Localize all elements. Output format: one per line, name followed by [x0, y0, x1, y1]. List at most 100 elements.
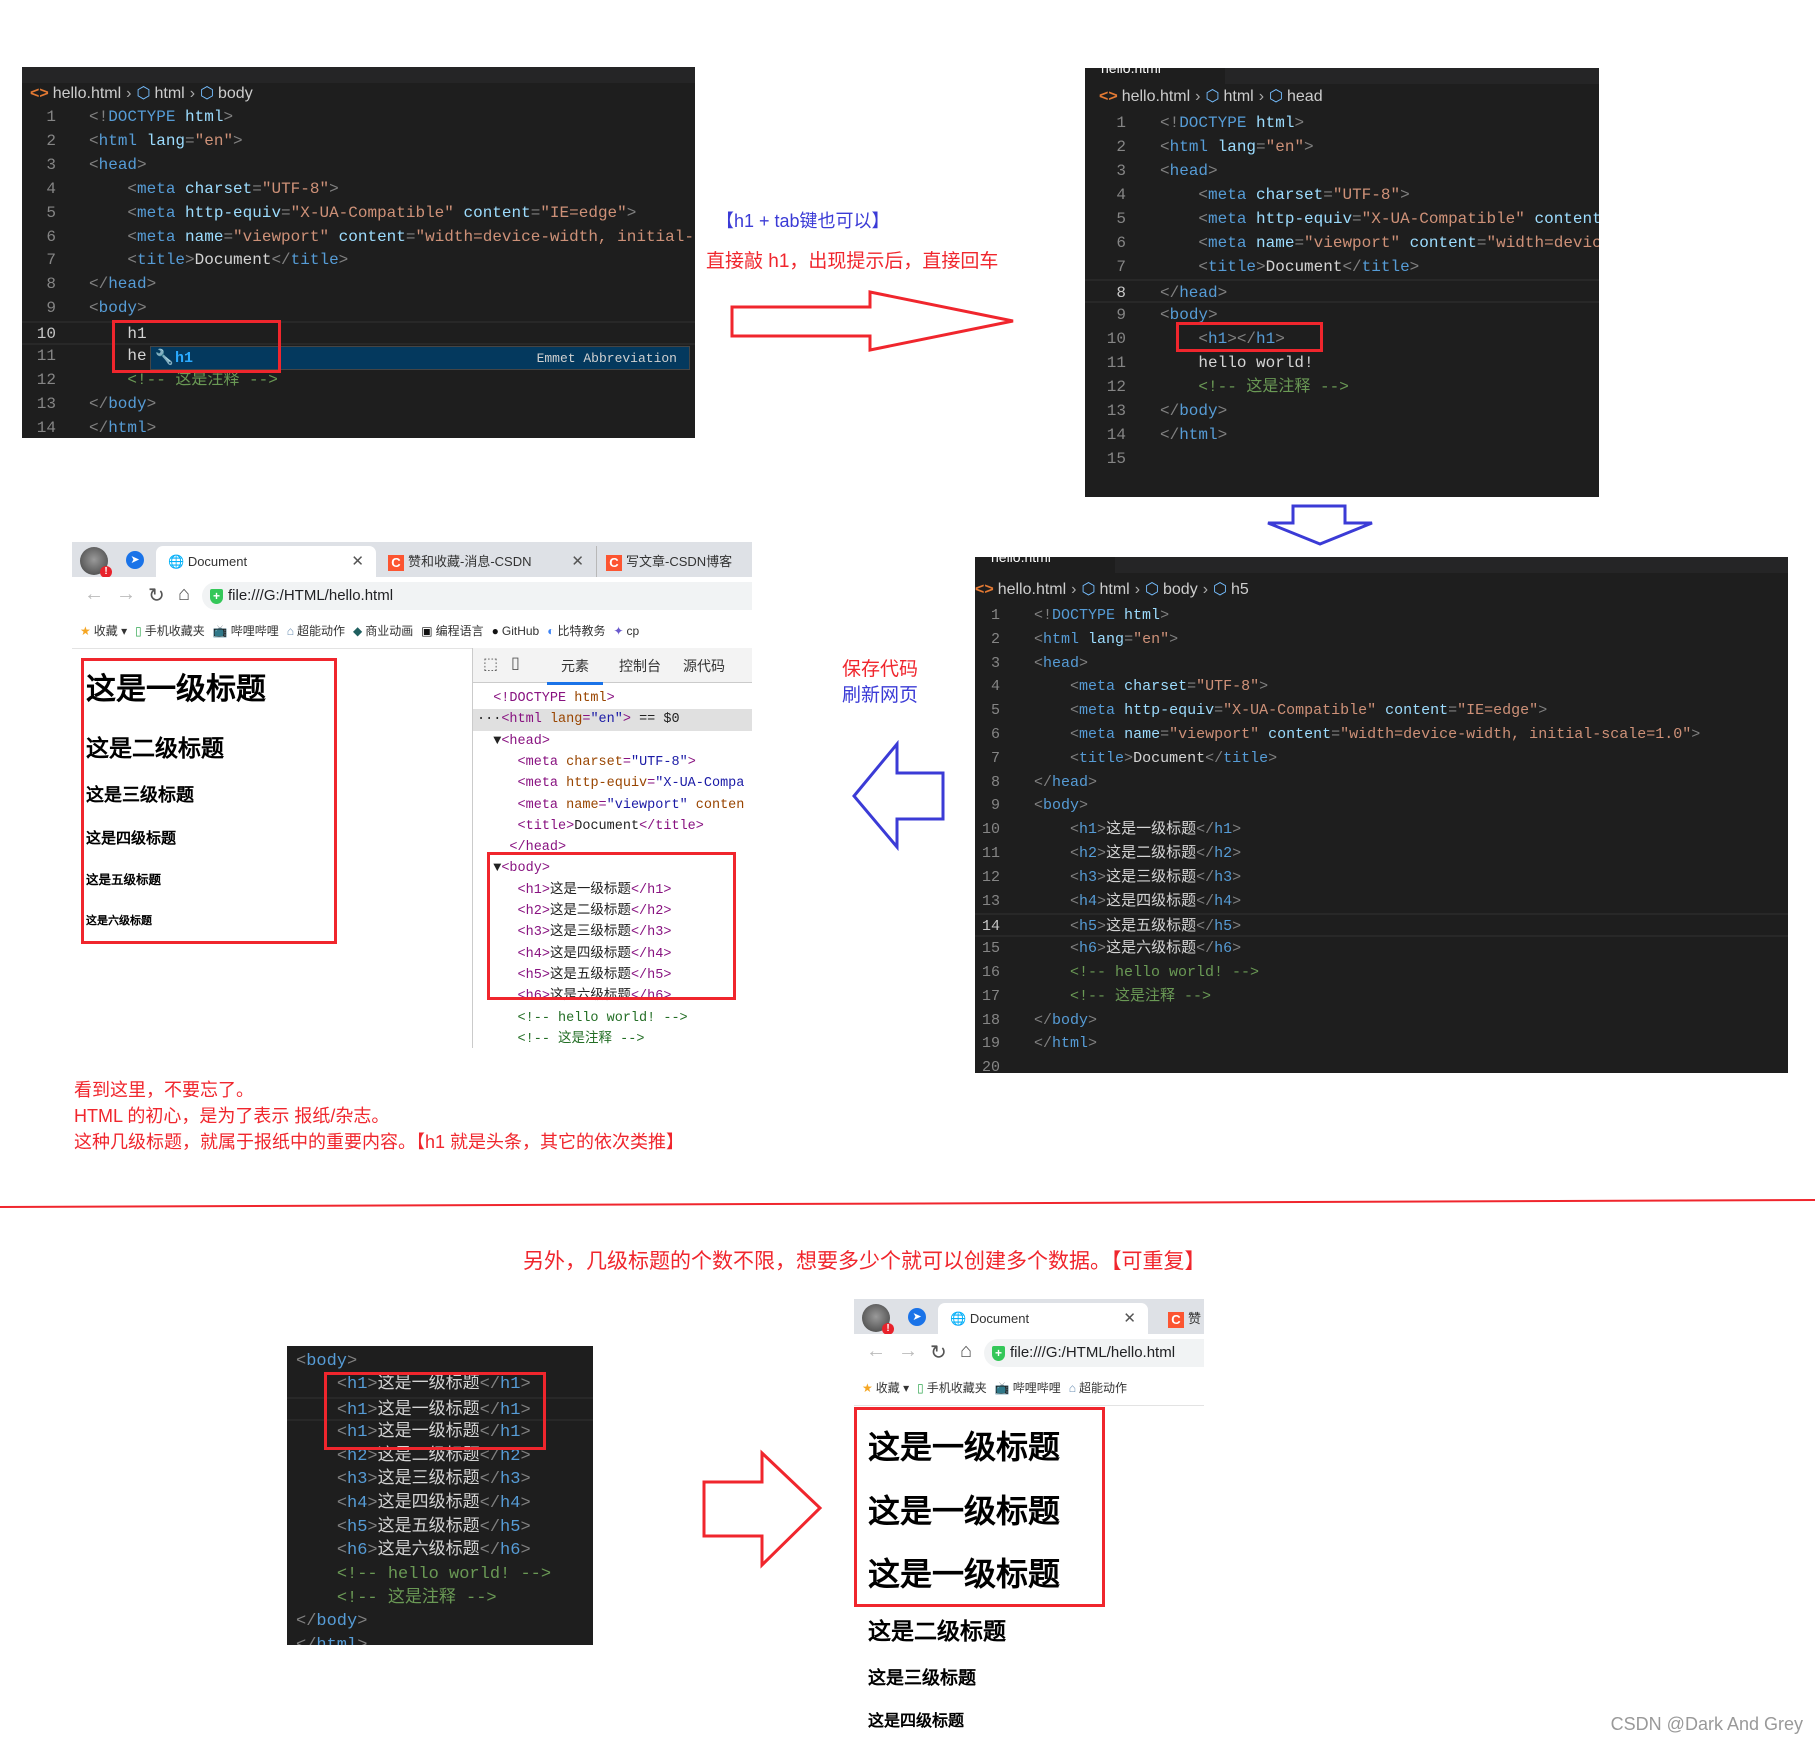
code-line[interactable]: <!DOCTYPE html> — [473, 688, 752, 709]
code-line[interactable]: 1 <!DOCTYPE html> — [1085, 111, 1599, 135]
code-line[interactable]: 3 <head> — [975, 652, 1788, 676]
code-line[interactable]: 9 <body> — [22, 297, 695, 321]
code-line[interactable]: 3 <head> — [1085, 159, 1599, 183]
breadcrumb-item[interactable]: hello.html — [1122, 88, 1190, 105]
code-line[interactable]: 10 <h1></h1> — [1085, 327, 1599, 351]
code-line[interactable]: 10 <h1>这是一级标题</h1> — [975, 818, 1788, 842]
tab-elements[interactable]: 元素 — [547, 656, 603, 685]
code-line[interactable]: <h6>这是六级标题</h6> — [287, 1539, 593, 1563]
code-editor-headings[interactable]: hello.html <> hello.html › ⬡ html › ⬡ body › ⬡ h5 … — [975, 557, 1788, 1073]
code-line[interactable]: 2 <html lang="en"> — [22, 130, 695, 154]
tab-csdn-write[interactable]: C 写文章-CSDN博客 — [598, 546, 752, 577]
code-line[interactable]: 1 <!DOCTYPE html> — [22, 106, 695, 130]
editor-tab[interactable]: hello.html — [1085, 68, 1225, 84]
bookmark-item[interactable]: ⌂ 超能动作 — [287, 614, 345, 648]
close-tab-icon[interactable]: ✕ — [351, 546, 364, 577]
code-line[interactable]: 7 <title>Document</title> — [975, 747, 1788, 771]
code-line[interactable]: 8 </head> — [22, 273, 695, 297]
code-line[interactable]: 6 <meta name="viewport" content="width=d… — [975, 723, 1788, 747]
code-line[interactable]: <!-- hello world! --> — [473, 1008, 752, 1029]
code-line[interactable]: 2 <html lang="en"> — [1085, 135, 1599, 159]
code-line[interactable]: 3 <head> — [22, 154, 695, 178]
code-line[interactable]: 4 <meta charset="UTF-8"> — [1085, 183, 1599, 207]
code-line[interactable]: 7 <title>Document</title> — [1085, 255, 1599, 279]
code-line[interactable]: 12 <!-- 这是注释 --> — [1085, 375, 1599, 399]
code-line[interactable]: 12 <h3>这是三级标题</h3> — [975, 866, 1788, 890]
code-line[interactable]: </html> — [287, 1634, 593, 1645]
code-line[interactable]: <!-- 这是注释 --> — [473, 1029, 752, 1048]
code-line[interactable]: <!-- hello world! --> — [287, 1563, 593, 1587]
breadcrumb-item[interactable]: hello.html — [998, 581, 1066, 598]
breadcrumb-item[interactable]: body — [218, 85, 253, 102]
bookmark-item[interactable]: ▯ 手机收藏夹 — [135, 614, 205, 648]
code-line[interactable]: 18 </body> — [975, 1009, 1788, 1033]
code-line[interactable]: 6 <meta name="viewport" content="width=d… — [1085, 231, 1599, 255]
code-line[interactable]: <meta name="viewport" conten — [473, 795, 752, 816]
code-line[interactable]: <h5>这是五级标题</h5> — [287, 1516, 593, 1540]
code-line[interactable]: 11 <h2>这是二级标题</h2> — [975, 842, 1788, 866]
tab-console[interactable]: 控制台 — [619, 656, 661, 676]
reload-icon[interactable]: ↻ — [148, 583, 165, 608]
code-line[interactable]: <h4>这是四级标题</h4> — [287, 1492, 593, 1516]
code-line[interactable]: 17 <!-- 这是注释 --> — [975, 985, 1788, 1009]
code-line[interactable]: 13 </body> — [1085, 399, 1599, 423]
breadcrumb-item[interactable]: html — [154, 85, 184, 102]
code-line[interactable]: 13 <h4>这是四级标题</h4> — [975, 890, 1788, 914]
bookmark-item[interactable]: ✦ cp — [613, 614, 639, 648]
code-editor-repeated-h1[interactable]: </head><body> <h1>这是一级标题</h1> <h1>这是一级标题… — [287, 1346, 593, 1645]
forward-icon[interactable]: → — [116, 583, 136, 606]
home-icon[interactable]: ⌂ — [178, 583, 190, 606]
code-line[interactable]: 2 <html lang="en"> — [975, 628, 1788, 652]
bookmark-item[interactable]: 📺 哔哩哔哩 — [213, 614, 279, 648]
code-line[interactable]: 8 </head> — [975, 771, 1788, 795]
code-line[interactable]: 11 hello world! — [1085, 351, 1599, 375]
close-tab-icon[interactable]: ✕ — [571, 546, 584, 577]
code-line[interactable]: 14 <h5>这是五级标题</h5> — [975, 913, 1788, 938]
back-icon[interactable]: ← — [84, 583, 104, 606]
code-line[interactable]: 15 — [1085, 447, 1599, 471]
code-line[interactable]: 9 <body> — [1085, 303, 1599, 327]
chevron-down-icon[interactable]: ▾ — [118, 624, 127, 638]
code-line[interactable]: 4 <meta charset="UTF-8"> — [975, 675, 1788, 699]
code-line[interactable]: 20 — [975, 1056, 1788, 1073]
code-line[interactable]: 14 </html> — [22, 417, 695, 438]
bookmark-item[interactable]: ▣ 编程语言 — [421, 614, 483, 648]
code-line[interactable]: 5 <meta http-equiv="X-UA-Compatible" con… — [1085, 207, 1599, 231]
code-line[interactable]: 19 </html> — [975, 1032, 1788, 1056]
code-line[interactable]: 13 </body> — [22, 393, 695, 417]
code-line[interactable]: 4 <meta charset="UTF-8"> — [22, 178, 695, 202]
code-line[interactable]: 14 </html> — [1085, 423, 1599, 447]
editor-tab[interactable]: hello.html — [975, 557, 1115, 573]
bookmark-item[interactable]: ★ 收藏 ▾ — [80, 614, 127, 648]
code-line[interactable]: 15 <h6>这是六级标题</h6> — [975, 937, 1788, 961]
bookmark-item[interactable]: ● GitHub — [492, 614, 540, 648]
code-line[interactable]: <!-- 这是注释 --> — [287, 1587, 593, 1611]
bookmark-item[interactable]: ◐ 比特教务 — [547, 614, 605, 648]
code-line[interactable]: 6 <meta name="viewport" content="width=d… — [22, 226, 695, 250]
code-line[interactable]: ···<html lang="en"> == $0 — [473, 709, 752, 731]
code-line[interactable]: 16 <!-- hello world! --> — [975, 961, 1788, 985]
code-line[interactable]: 7 <title>Document</title> — [22, 249, 695, 273]
tab-sources[interactable]: 源代码 — [683, 656, 725, 676]
inspect-element-icon[interactable]: ⬚ — [483, 654, 498, 674]
code-line[interactable]: 9 <body> — [975, 794, 1788, 818]
code-line[interactable]: </body> — [287, 1610, 593, 1634]
bookmark-item[interactable]: ◆ 商业动画 — [353, 614, 413, 648]
breadcrumb-item[interactable]: hello.html — [53, 85, 121, 102]
code-line[interactable]: 5 <meta http-equiv="X-UA-Compatible" con… — [22, 202, 695, 226]
breadcrumb-item[interactable]: html — [1223, 88, 1253, 105]
tab-document[interactable]: 🌐 Document ✕ — [156, 546, 376, 577]
tab-csdn-messages[interactable]: C 赞和收藏-消息-CSDN ✕ — [380, 546, 597, 577]
code-editor-emmet-typing[interactable]: <> hello.html › ⬡ html › ⬡ body 1 <!DOCTYPE html… — [22, 67, 695, 438]
code-line[interactable]: ▼<head> — [473, 731, 752, 752]
code-line[interactable]: <meta charset="UTF-8"> — [473, 752, 752, 773]
code-line[interactable]: <title>Document</title> — [473, 816, 752, 837]
code-line[interactable]: <h3>这是三级标题</h3> — [287, 1468, 593, 1492]
code-line[interactable]: 8 </head> — [1085, 279, 1599, 303]
avatar[interactable]: ! — [80, 547, 112, 578]
code-line[interactable]: <meta http-equiv="X-UA-Compa — [473, 773, 752, 794]
navigation-arrow-icon[interactable]: ➤ — [126, 551, 144, 569]
breadcrumb-item[interactable]: h5 — [1231, 581, 1249, 598]
breadcrumb-item[interactable]: head — [1287, 88, 1323, 105]
breadcrumb-item[interactable]: html — [1099, 581, 1129, 598]
